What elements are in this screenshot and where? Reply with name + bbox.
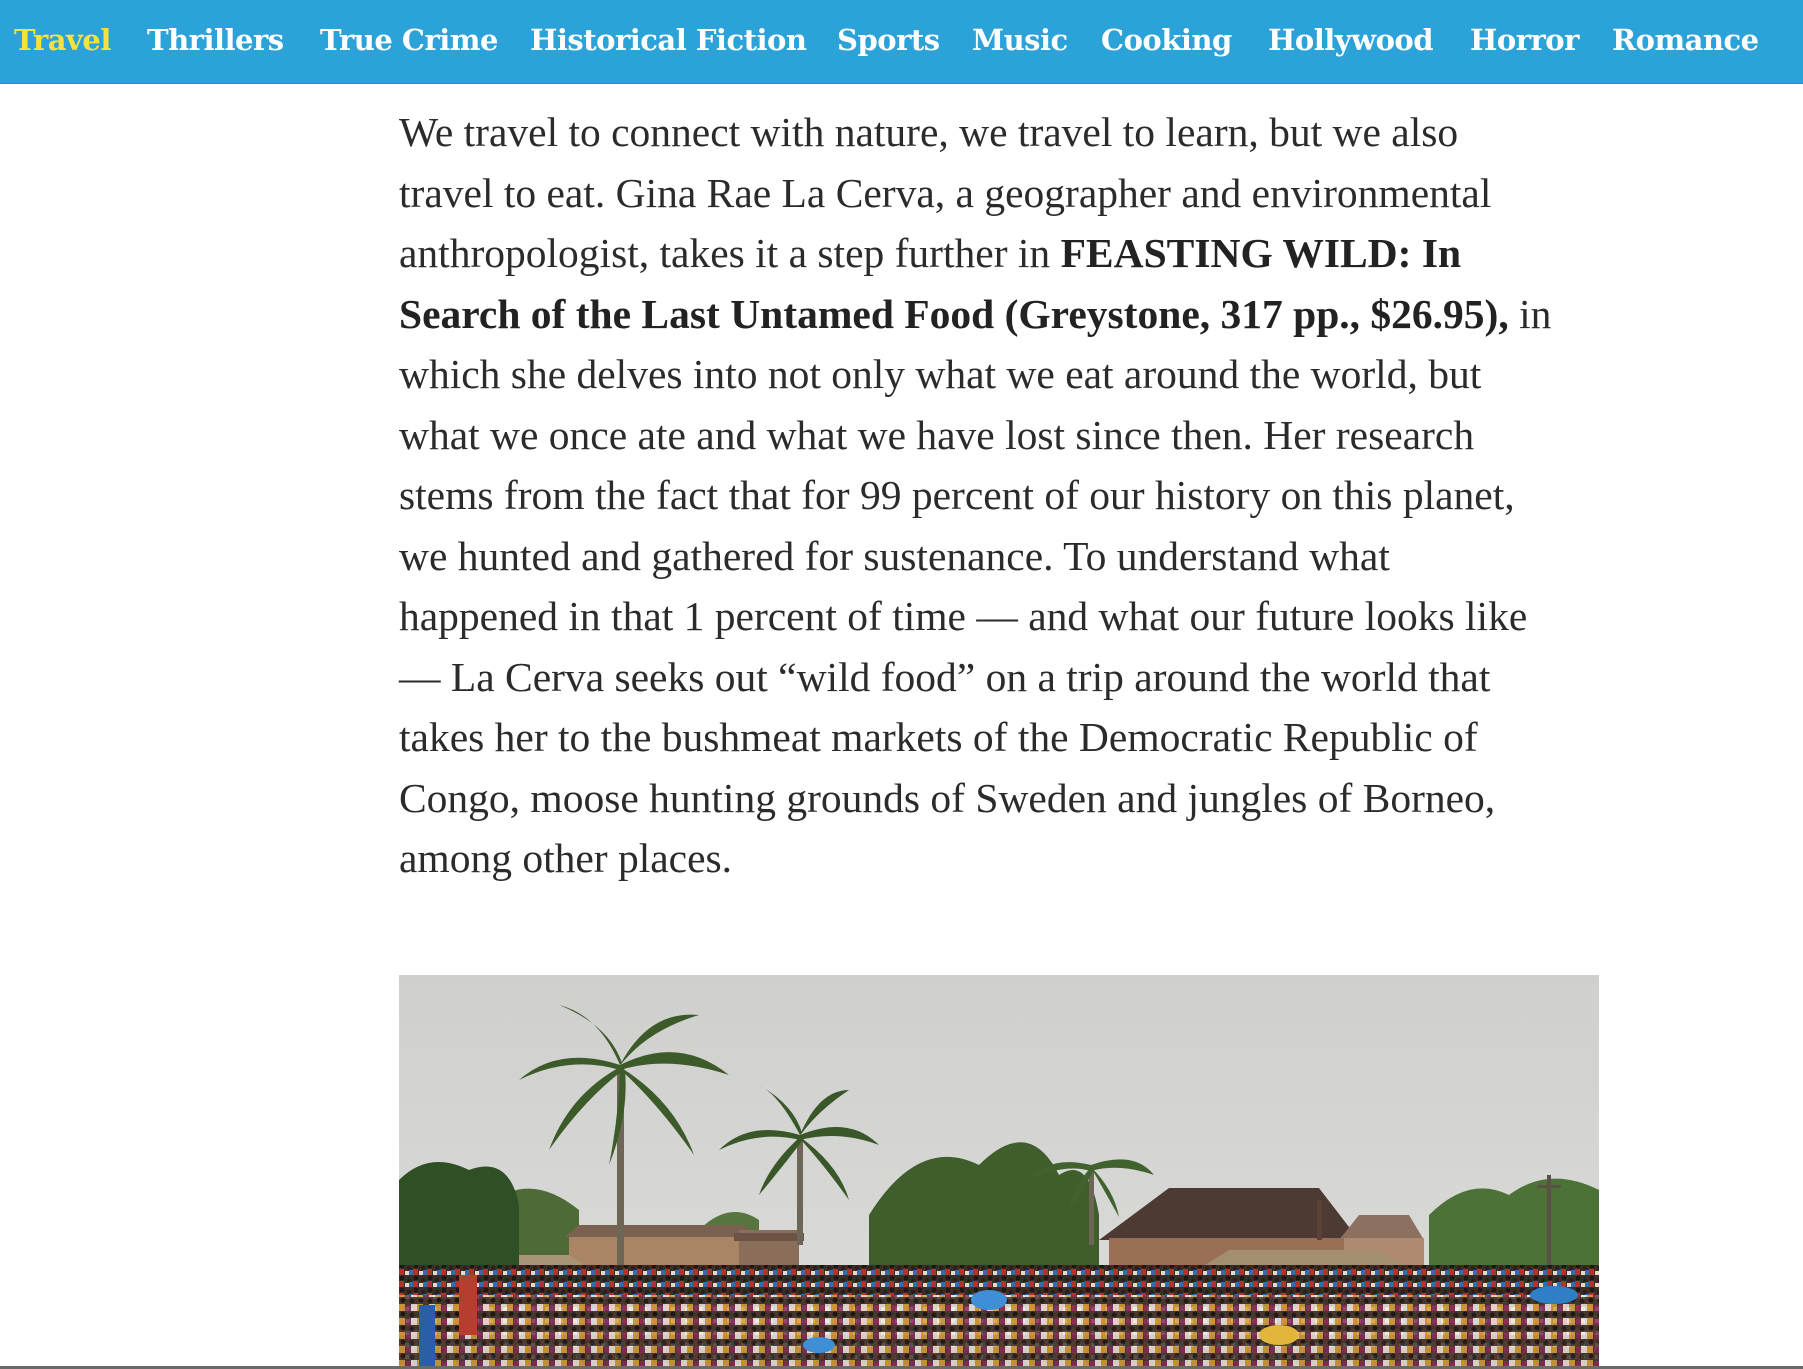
paragraph-line: — La Cerva seeks out “wild food” on a tr… (399, 653, 1491, 700)
nav-item-music[interactable]: Music (972, 18, 1068, 62)
category-nav-bar: Travel Thrillers True Crime Historical F… (0, 0, 1803, 84)
paragraph-line: we hunted and gathered for sustenance. T… (399, 532, 1390, 579)
nav-item-romance[interactable]: Romance (1612, 18, 1759, 62)
paragraph-line: Congo, moose hunting grounds of Sweden a… (399, 774, 1496, 821)
paragraph-line: happened in that 1 percent of time — and… (399, 593, 1528, 639)
nav-item-thrillers[interactable]: Thrillers (147, 18, 284, 62)
paragraph-line: anthropologist, takes it a step further … (399, 223, 1619, 284)
paragraph-line: among other places. (399, 835, 733, 881)
paragraph-line: travel to eat. Gina Rae La Cerva, a geog… (399, 169, 1492, 216)
nav-item-true-crime[interactable]: True Crime (320, 18, 498, 62)
nav-item-historical-fiction[interactable]: Historical Fiction (530, 18, 807, 62)
paragraph-line: We travel to connect with nature, we tra… (399, 109, 1459, 155)
article-paragraph: We travel to connect with nature, we tra… (399, 102, 1619, 889)
paragraph-line: which she delves into not only what we e… (399, 351, 1482, 397)
line-text: in (1508, 290, 1552, 337)
article-photo-market (399, 975, 1599, 1369)
article-body: We travel to connect with nature, we tra… (399, 102, 1619, 889)
nav-item-cooking[interactable]: Cooking (1101, 18, 1232, 62)
line-text: anthropologist, takes it a step further … (399, 230, 1061, 276)
paragraph-line: takes her to the bushmeat markets of the… (399, 714, 1478, 760)
book-title-bold: FEASTING WILD: In (1060, 230, 1462, 276)
paragraph-line: stems from the fact that for 99 percent … (399, 472, 1515, 518)
nav-item-horror[interactable]: Horror (1470, 18, 1579, 62)
nav-item-travel[interactable]: Travel (14, 18, 111, 62)
paragraph-line: Search of the Last Untamed Food (Greysto… (399, 284, 1619, 345)
nav-item-hollywood[interactable]: Hollywood (1268, 18, 1434, 62)
book-title-bold: Search of the Last Untamed Food (Greysto… (399, 290, 1509, 337)
nav-item-sports[interactable]: Sports (837, 18, 940, 62)
paragraph-line: what we once ate and what we have lost s… (399, 411, 1475, 458)
